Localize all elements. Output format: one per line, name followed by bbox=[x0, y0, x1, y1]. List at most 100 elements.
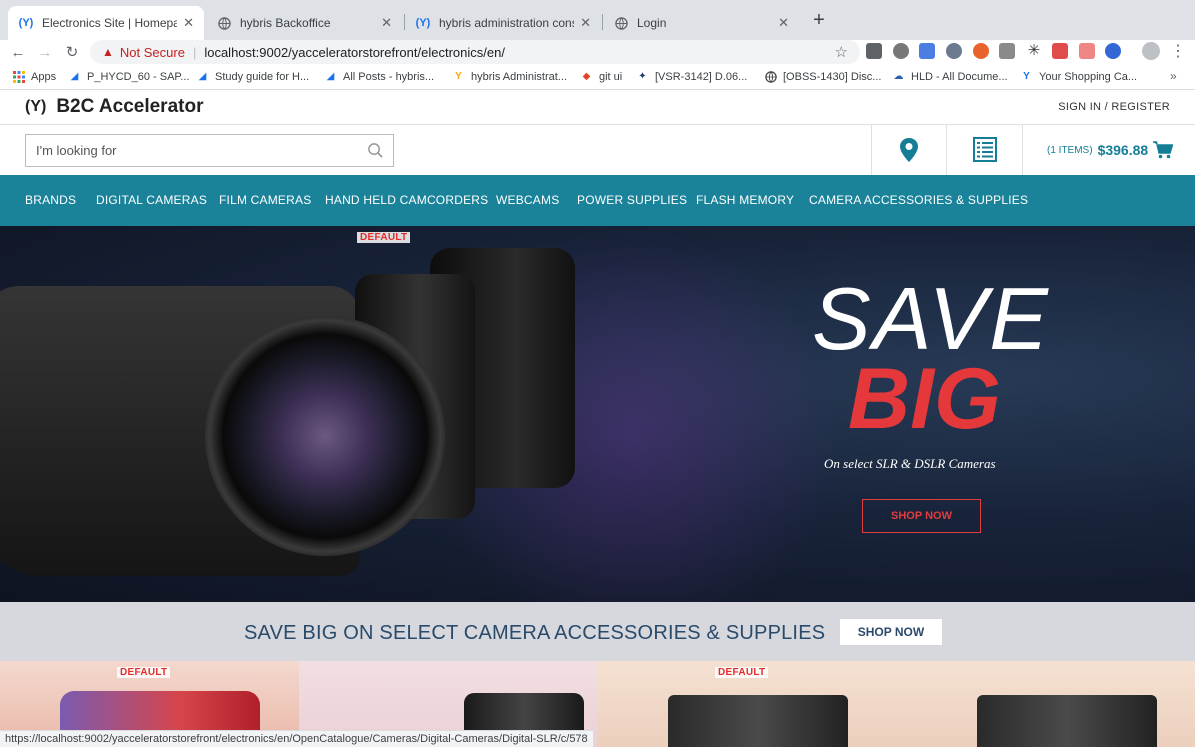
header-divider bbox=[1022, 125, 1023, 175]
bookmark-label: hybris Administrat... bbox=[471, 70, 567, 83]
cart-total: $396.88 bbox=[1097, 142, 1149, 158]
sap-icon: ◢ bbox=[70, 71, 79, 82]
new-tab-button[interactable]: + bbox=[808, 9, 830, 31]
tab-hybris-backoffice[interactable]: hybris Backoffice ✕ bbox=[206, 6, 402, 40]
menu-kebab-icon[interactable]: ⋮ bbox=[1170, 41, 1186, 61]
address-bar[interactable]: ▲ Not Secure | localhost:9002/yaccelerat… bbox=[90, 40, 860, 64]
browser-tab-bar: (Y) Electronics Site | Homepage ✕ hybris… bbox=[0, 0, 1195, 40]
nav-item-power-supplies[interactable]: POWER SUPPLIES bbox=[577, 193, 687, 207]
bookmark-apps[interactable]: Apps bbox=[12, 70, 56, 83]
warning-icon: ▲ bbox=[102, 45, 114, 59]
bookmark-vsr-3142[interactable]: ✦ [VSR-3142] D.06... bbox=[636, 70, 747, 83]
bookmarks-overflow-icon[interactable]: » bbox=[1170, 69, 1177, 83]
accessory-image bbox=[668, 695, 848, 747]
hero-subline: On select SLR & DSLR Cameras bbox=[824, 456, 996, 471]
bookmark-label: git ui bbox=[599, 70, 623, 83]
bookmark-shopping-cart[interactable]: Y Your Shopping Ca... bbox=[1020, 70, 1137, 83]
tab-hybris-admin-console[interactable]: (Y) hybris administration console | ✕ bbox=[405, 6, 601, 40]
bookmark-label: [VSR-3142] D.06... bbox=[655, 70, 748, 83]
search-input[interactable] bbox=[26, 135, 346, 166]
header-divider bbox=[871, 125, 872, 175]
status-bar-url: https://localhost:9002/yacceleratorstore… bbox=[0, 730, 594, 747]
nav-item-hand-held-camcorders[interactable]: HAND HELD CAMCORDERS bbox=[325, 193, 488, 207]
hybris-icon: (Y) bbox=[18, 17, 34, 29]
bookmark-all-posts[interactable]: ◢ All Posts - hybris... bbox=[324, 70, 434, 83]
extension-asterisk-icon[interactable]: ✳ bbox=[1026, 43, 1042, 59]
hero-headline-big: BIG bbox=[848, 351, 1001, 447]
nav-item-digital-cameras[interactable]: DIGITAL CAMERAS bbox=[96, 193, 207, 207]
nav-item-film-cameras[interactable]: FILM CAMERAS bbox=[219, 193, 311, 207]
nav-item-brands[interactable]: BRANDS bbox=[25, 193, 76, 207]
back-icon[interactable]: ← bbox=[7, 42, 29, 64]
promo-shop-now-button[interactable]: SHOP NOW bbox=[840, 619, 942, 645]
close-icon[interactable]: ✕ bbox=[183, 15, 194, 31]
close-icon[interactable]: ✕ bbox=[778, 15, 789, 31]
bookmark-p-hycd[interactable]: ◢ P_HYCD_60 - SAP... bbox=[68, 70, 190, 83]
url-text[interactable]: localhost:9002/yacceleratorstorefront/el… bbox=[204, 45, 505, 60]
tile-accessory-right[interactable] bbox=[897, 661, 1195, 747]
sap-icon: ◢ bbox=[198, 71, 207, 82]
hero-shop-now-button[interactable]: SHOP NOW bbox=[862, 499, 981, 533]
tab-title: Login bbox=[637, 16, 667, 30]
hero-banner[interactable]: DEFAULT SAVE BIG On select SLR & DSLR Ca… bbox=[0, 226, 1195, 602]
nav-item-flash-memory[interactable]: FLASH MEMORY bbox=[696, 193, 794, 207]
reload-icon[interactable]: ↻ bbox=[61, 42, 83, 64]
bookmark-study-guide[interactable]: ◢ Study guide for H... bbox=[196, 70, 310, 83]
jira-icon: ✦ bbox=[638, 71, 647, 82]
globe-icon bbox=[613, 15, 629, 31]
profile-avatar[interactable] bbox=[1142, 42, 1160, 60]
extension-orange-icon[interactable] bbox=[973, 43, 989, 59]
sign-in-register-link[interactable]: SIGN IN / REGISTER bbox=[1058, 101, 1170, 113]
bookmark-obss-1430[interactable]: [OBSS-1430] Disc... bbox=[764, 70, 881, 83]
extension-gear-icon[interactable] bbox=[946, 43, 962, 59]
bookmark-label: P_HYCD_60 - SAP... bbox=[87, 70, 190, 83]
promo-strip: SAVE BIG ON SELECT CAMERA ACCESSORIES & … bbox=[0, 602, 1195, 661]
extension-g-icon[interactable] bbox=[866, 43, 882, 59]
hybris-icon: (Y) bbox=[415, 17, 431, 29]
bookmark-star-icon[interactable]: ☆ bbox=[835, 43, 848, 61]
globe-icon bbox=[216, 15, 232, 31]
sap-icon: ◢ bbox=[326, 71, 335, 82]
confluence-icon: ☁ bbox=[893, 71, 904, 82]
accessory-image bbox=[977, 695, 1157, 747]
site-header: (Y) B2C Accelerator SIGN IN / REGISTER bbox=[0, 91, 1195, 125]
default-badge: DEFAULT bbox=[357, 232, 411, 243]
store-finder-icon[interactable] bbox=[899, 137, 919, 163]
address-divider: | bbox=[192, 44, 197, 60]
cart-item-count: (1 ITEMS) bbox=[1047, 144, 1093, 156]
bookmarks-bar: Apps ◢ P_HYCD_60 - SAP... ◢ Study guide … bbox=[0, 66, 1195, 90]
gitlab-icon: ◆ bbox=[582, 71, 591, 82]
bookmark-hld[interactable]: ☁ HLD - All Docume... bbox=[892, 70, 1008, 83]
search-box[interactable] bbox=[25, 134, 394, 167]
hybris-icon: Y bbox=[1023, 71, 1030, 82]
extension-capture-icon[interactable] bbox=[1052, 43, 1068, 59]
tab-electronics-site[interactable]: (Y) Electronics Site | Homepage ✕ bbox=[8, 6, 204, 40]
close-icon[interactable]: ✕ bbox=[580, 15, 591, 31]
extension-blue-icon[interactable] bbox=[1105, 43, 1121, 59]
logo-text: B2C Accelerator bbox=[56, 96, 204, 117]
default-badge: DEFAULT bbox=[715, 667, 769, 678]
extension-arrow-icon[interactable] bbox=[1079, 43, 1095, 59]
close-icon[interactable]: ✕ bbox=[381, 15, 392, 31]
promo-text: SAVE BIG ON SELECT CAMERA ACCESSORIES & … bbox=[244, 622, 826, 644]
extension-translate-icon[interactable] bbox=[919, 43, 935, 59]
cart-icon bbox=[1153, 141, 1174, 159]
nav-item-webcams[interactable]: WEBCAMS bbox=[496, 193, 559, 207]
site-logo[interactable]: (Y) B2C Accelerator bbox=[25, 96, 203, 118]
forward-icon[interactable]: → bbox=[34, 42, 56, 64]
search-row: (1 ITEMS) $396.88 bbox=[0, 125, 1195, 175]
nav-item-camera-accessories[interactable]: CAMERA ACCESSORIES & SUPPLIES bbox=[809, 193, 1028, 207]
extension-screen-icon[interactable] bbox=[999, 43, 1015, 59]
search-icon[interactable] bbox=[367, 142, 384, 159]
tab-login[interactable]: Login ✕ bbox=[603, 6, 799, 40]
extension-circle-icon[interactable] bbox=[893, 43, 909, 59]
bookmark-hybris-admin[interactable]: Y hybris Administrat... bbox=[452, 70, 567, 83]
bookmark-git-ui[interactable]: ◆ git ui bbox=[580, 70, 623, 83]
category-nav: BRANDS DIGITAL CAMERAS FILM CAMERAS HAND… bbox=[0, 175, 1195, 226]
bookmark-label: [OBSS-1430] Disc... bbox=[783, 70, 882, 83]
mini-cart[interactable]: (1 ITEMS) $396.88 bbox=[1047, 141, 1174, 159]
tile-accessory-left[interactable]: DEFAULT bbox=[598, 661, 897, 747]
saved-list-icon[interactable] bbox=[973, 137, 997, 162]
bookmark-label: Apps bbox=[31, 70, 57, 83]
security-label[interactable]: Not Secure bbox=[120, 45, 185, 60]
